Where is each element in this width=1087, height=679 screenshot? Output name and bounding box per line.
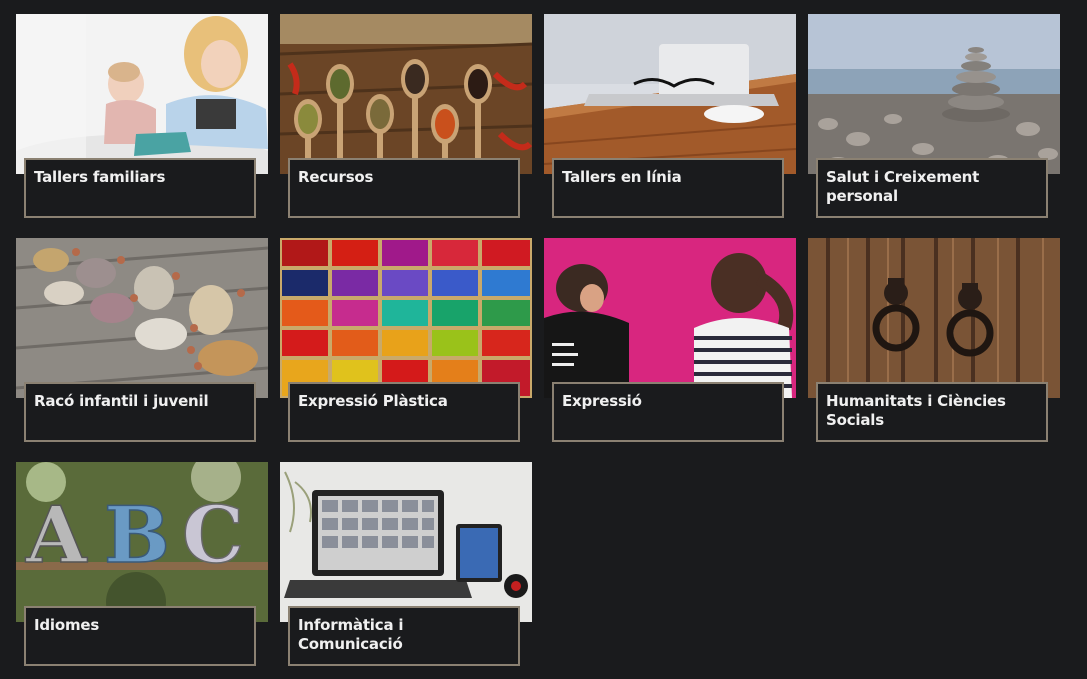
category-card-raco-infantil-i-juvenil[interactable]: Racó infantil i juvenil xyxy=(16,238,268,446)
category-card-informatica-i-comunicacio[interactable]: Informàtica i Comunicació xyxy=(280,462,532,670)
category-label: Tallers familiars xyxy=(24,158,256,218)
dancers-pink-wall-photo[interactable] xyxy=(544,238,796,398)
abc-letters-photo[interactable]: A B C xyxy=(16,462,268,622)
laptop-desk-photo[interactable] xyxy=(544,14,796,174)
category-card-recursos[interactable]: Recursos xyxy=(280,14,532,222)
svg-text:C: C xyxy=(182,490,244,581)
wooden-door-knockers-photo[interactable] xyxy=(808,238,1060,398)
category-label: Tallers en línia xyxy=(552,158,784,218)
svg-text:A: A xyxy=(25,490,88,581)
category-label: Idiomes xyxy=(24,606,256,666)
category-label: Racó infantil i juvenil xyxy=(24,382,256,442)
category-card-idiomes[interactable]: A B C Idiomes xyxy=(16,462,268,670)
family-reading-photo[interactable] xyxy=(16,14,268,174)
category-card-tallers-familiars[interactable]: Tallers familiars xyxy=(16,14,268,222)
category-label: Recursos xyxy=(288,158,520,218)
category-card-expressio[interactable]: Expressió xyxy=(544,238,796,446)
category-label: Expressió xyxy=(552,382,784,442)
category-grid: Tallers familiars Recursos Tallers en lí… xyxy=(0,0,1087,679)
category-card-salut-i-creixement-personal[interactable]: Salut i Creixement personal xyxy=(808,14,1060,222)
category-card-tallers-en-linia[interactable]: Tallers en línia xyxy=(544,14,796,222)
spice-spoons-photo[interactable] xyxy=(280,14,532,174)
svg-text:B: B xyxy=(104,490,170,581)
pebble-footprints-photo[interactable] xyxy=(16,238,268,398)
category-label: Expressió Plàstica xyxy=(288,382,520,442)
category-label: Salut i Creixement personal xyxy=(816,158,1048,218)
category-card-humanitats-i-ciencies-socials[interactable]: Humanitats i Ciències Socials xyxy=(808,238,1060,446)
category-label: Humanitats i Ciències Socials xyxy=(816,382,1048,442)
stacked-stones-photo[interactable] xyxy=(808,14,1060,174)
laptop-tablet-photo[interactable] xyxy=(280,462,532,622)
category-card-expressio-plastica[interactable]: Expressió Plàstica xyxy=(280,238,532,446)
category-label: Informàtica i Comunicació xyxy=(288,606,520,666)
pigment-grid-photo[interactable] xyxy=(280,238,532,398)
